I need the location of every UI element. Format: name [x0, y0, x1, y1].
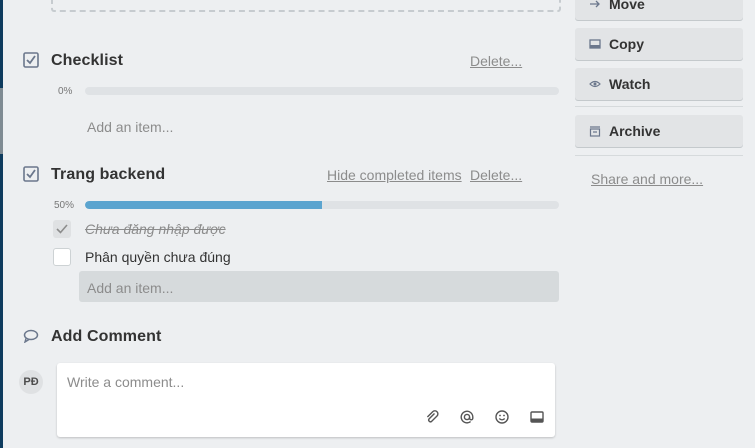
checklist-progress-percent: 0%: [58, 86, 73, 97]
archive-button[interactable]: Archive: [575, 115, 743, 147]
checklist-progress-bar: [85, 87, 559, 95]
checklist-item-checkbox[interactable]: [53, 220, 71, 238]
attachment-icon[interactable]: [424, 409, 440, 425]
eye-icon: [589, 78, 601, 90]
card-icon[interactable]: [529, 409, 545, 425]
delete-checklist-link[interactable]: Delete...: [470, 167, 522, 183]
checklist-icon: [23, 52, 39, 68]
arrow-right-icon: [589, 0, 601, 10]
share-and-more-link[interactable]: Share and more...: [591, 171, 703, 187]
delete-checklist-link[interactable]: Delete...: [470, 53, 522, 69]
move-button[interactable]: Move: [575, 0, 743, 20]
comment-icon: [23, 329, 39, 345]
checklist-title[interactable]: Trang backend: [51, 166, 165, 184]
checklist-item-text[interactable]: Phân quyền chưa đúng: [85, 249, 231, 265]
watch-label: Watch: [609, 76, 651, 92]
copy-label: Copy: [609, 36, 644, 52]
checklist-item-checkbox[interactable]: [53, 248, 71, 266]
copy-button[interactable]: Copy: [575, 28, 743, 60]
checklist-title[interactable]: Checklist: [51, 52, 123, 70]
avatar[interactable]: PĐ: [19, 370, 43, 394]
archive-icon: [589, 125, 601, 137]
add-item-button[interactable]: Add an item...: [87, 119, 173, 135]
archive-label: Archive: [609, 123, 661, 139]
emoji-icon[interactable]: [494, 409, 510, 425]
mention-icon[interactable]: [459, 409, 475, 425]
checklist-progress-bar: [85, 201, 559, 209]
checklist-icon: [23, 166, 39, 182]
add-comment-title: Add Comment: [51, 328, 162, 345]
add-item-button[interactable]: Add an item...: [79, 271, 559, 302]
board-edge: [0, 0, 3, 448]
checklist-progress-percent: 50%: [54, 200, 75, 211]
sidebar-divider: [575, 155, 743, 156]
checkmark-icon: [56, 224, 68, 234]
move-label: Move: [609, 0, 645, 12]
sidebar-divider: [575, 106, 743, 107]
checklist-item-text[interactable]: Chưa đăng nhập được: [85, 221, 226, 237]
watch-button[interactable]: Watch: [575, 68, 743, 100]
progress-fill: [85, 201, 322, 209]
card-icon: [589, 38, 601, 50]
comment-input[interactable]: Write a comment...: [57, 363, 555, 437]
attachment-drop-zone[interactable]: [51, 0, 561, 12]
comment-placeholder: Write a comment...: [67, 374, 185, 390]
hide-completed-items-link[interactable]: Hide completed items: [327, 167, 462, 183]
